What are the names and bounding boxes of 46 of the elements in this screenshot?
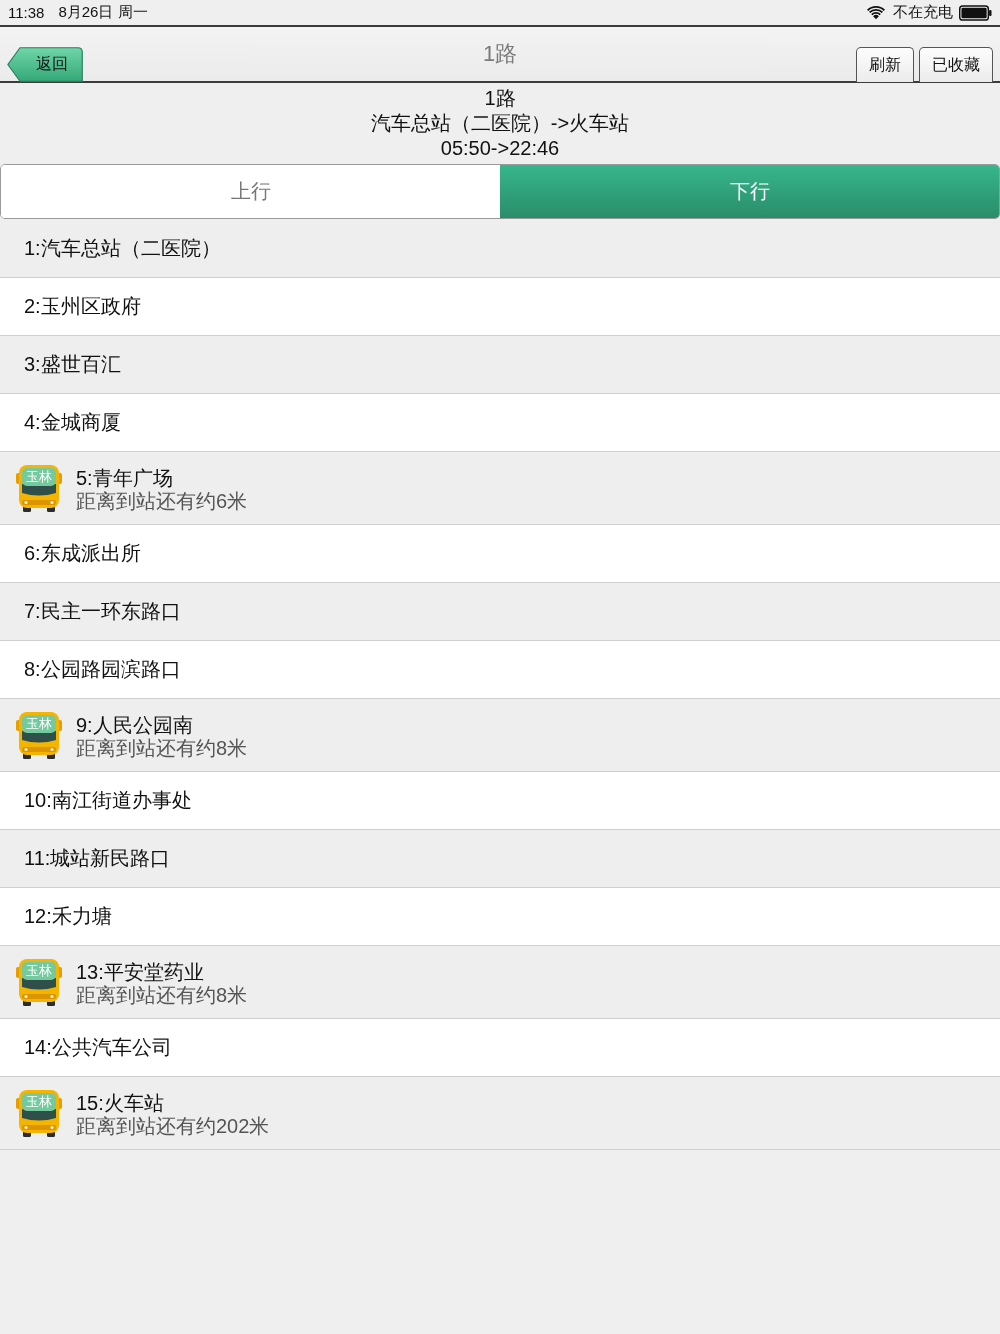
bus-icon: [16, 1089, 62, 1137]
stop-name: 3:盛世百汇: [24, 353, 121, 376]
status-time: 11:38: [8, 4, 45, 21]
bus-sign-text: 玉林: [25, 716, 53, 732]
route-hours: 05:50->22:46: [440, 136, 560, 161]
stop-row[interactable]: 4:金城商厦: [0, 394, 1000, 452]
stop-name: 5:青年广场: [76, 467, 174, 490]
battery-icon: [959, 4, 992, 21]
bus-icon: [16, 958, 62, 1006]
stop-name: 15:火车站: [76, 1092, 165, 1115]
stop-name: 2:玉州区政府: [24, 295, 141, 318]
route-direction: 汽车总站（二医院）->火车站: [370, 111, 630, 136]
stop-row[interactable]: 2:玉州区政府: [0, 278, 1000, 336]
status-date: 8月26日 周一: [58, 3, 148, 22]
charging-status: 不在充电: [893, 3, 953, 22]
bus-icon: [16, 711, 62, 759]
bus-sign-text: 玉林: [25, 1094, 53, 1110]
arrival-distance: 距离到站还有约8米: [76, 737, 248, 760]
route-name: 1路: [484, 86, 516, 111]
refresh-button[interactable]: 刷新: [856, 47, 914, 82]
stop-name: 13:平安堂药业: [76, 961, 205, 984]
arrival-distance: 距离到站还有约8米: [76, 984, 248, 1007]
stop-row[interactable]: 10:南江街道办事处: [0, 772, 1000, 830]
stop-row[interactable]: 8:公园路园滨路口: [0, 641, 1000, 699]
stop-name: 11:城站新民路口: [24, 847, 171, 870]
stop-name: 4:金城商厦: [24, 411, 121, 434]
stop-name: 14:公共汽车公司: [24, 1036, 172, 1059]
wifi-icon: [867, 5, 885, 20]
stop-name: 6:东成派出所: [24, 542, 141, 565]
bus-icon: [16, 464, 62, 512]
stop-row[interactable]: 14:公共汽车公司: [0, 1019, 1000, 1077]
stop-name: 7:民主一环东路口: [24, 600, 181, 623]
arrival-distance: 距离到站还有约202米: [76, 1115, 270, 1138]
stop-row[interactable]: 12:禾力塘: [0, 888, 1000, 946]
favorite-button[interactable]: 已收藏: [919, 47, 993, 82]
bus-sign-text: 玉林: [25, 469, 53, 485]
stop-name: 12:禾力塘: [24, 905, 112, 928]
nav-title: 1路: [482, 40, 518, 68]
stop-name: 10:南江街道办事处: [24, 789, 192, 812]
stop-row[interactable]: 6:东成派出所: [0, 525, 1000, 583]
stop-name: 1:汽车总站（二医院）: [24, 237, 221, 260]
back-button[interactable]: 返回: [7, 47, 83, 82]
bus-sign-text: 玉林: [25, 963, 53, 979]
arrival-distance: 距离到站还有约6米: [76, 490, 248, 513]
stop-name: 8:公园路园滨路口: [24, 658, 181, 681]
stop-name: 9:人民公园南: [76, 714, 194, 737]
